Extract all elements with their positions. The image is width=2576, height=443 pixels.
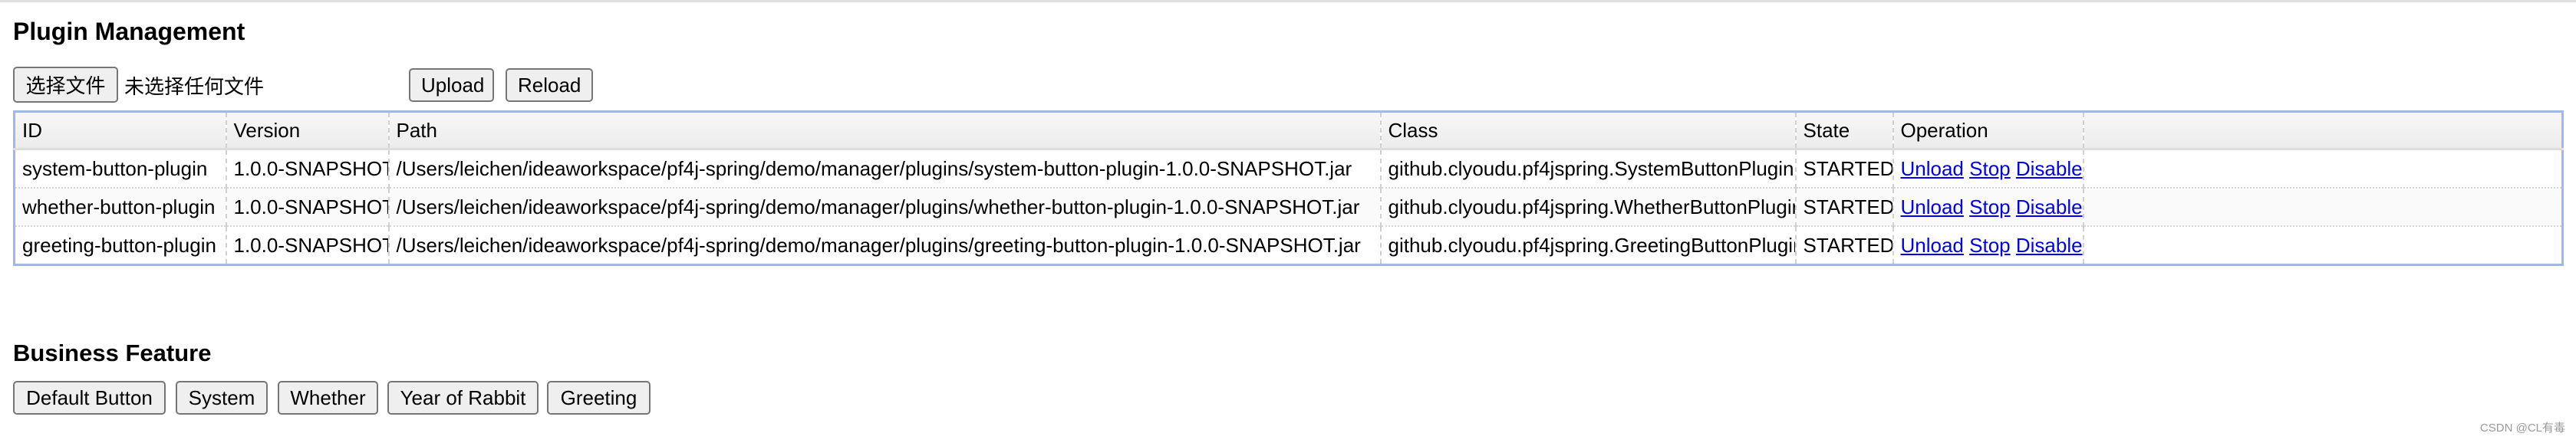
table-header-row: ID Version Path Class State Operation [14, 111, 2564, 150]
disable-link[interactable]: Disable [2016, 157, 2082, 180]
column-header-class: Class [1380, 111, 1797, 150]
disable-link[interactable]: Disable [2016, 195, 2082, 218]
column-header-id: ID [14, 111, 227, 150]
unload-link[interactable]: Unload [1901, 234, 1964, 257]
cell-class: github.clyoudu.pf4jspring.SystemButtonPl… [1380, 149, 1797, 189]
cell-id: system-button-plugin [14, 149, 227, 189]
unload-link[interactable]: Unload [1901, 157, 1964, 180]
cell-id: whether-button-plugin [14, 188, 227, 227]
system-button[interactable]: System [176, 381, 268, 415]
cell-path: /Users/leichen/ideaworkspace/pf4j-spring… [388, 188, 1382, 227]
cell-path: /Users/leichen/ideaworkspace/pf4j-spring… [388, 149, 1382, 189]
table-row: greeting-button-plugin 1.0.0-SNAPSHOT /U… [14, 226, 2564, 266]
cell-state: STARTED [1795, 149, 1894, 189]
default-button[interactable]: Default Button [13, 381, 166, 415]
cell-class: github.clyoudu.pf4jspring.GreetingButton… [1380, 226, 1797, 266]
cell-state: STARTED [1795, 188, 1894, 227]
cell-version: 1.0.0-SNAPSHOT [226, 188, 390, 227]
cell-empty [2083, 226, 2564, 266]
cell-version: 1.0.0-SNAPSHOT [226, 226, 390, 266]
upload-button[interactable]: Upload [409, 68, 494, 102]
reload-button[interactable]: Reload [506, 68, 593, 102]
cell-empty [2083, 149, 2564, 189]
unload-link[interactable]: Unload [1901, 195, 1964, 218]
column-header-operation: Operation [1892, 111, 2084, 150]
cell-empty [2083, 188, 2564, 227]
cell-operation: Unload Stop Disable [1892, 226, 2084, 266]
watermark: CSDN @CL有毒 [2479, 422, 2565, 435]
file-status-text: 未选择任何文件 [124, 75, 265, 98]
cell-class: github.clyoudu.pf4jspring.WhetherButtonP… [1380, 188, 1797, 227]
column-header-empty [2083, 111, 2564, 150]
cell-id: greeting-button-plugin [14, 226, 227, 266]
business-feature-title: Business Feature [13, 340, 212, 366]
whether-button[interactable]: Whether [278, 381, 378, 415]
cell-path: /Users/leichen/ideaworkspace/pf4j-spring… [388, 226, 1382, 266]
table-row: system-button-plugin 1.0.0-SNAPSHOT /Use… [14, 149, 2564, 189]
cell-operation: Unload Stop Disable [1892, 188, 2084, 227]
stop-link[interactable]: Stop [1969, 195, 2011, 218]
table-row: whether-button-plugin 1.0.0-SNAPSHOT /Us… [14, 188, 2564, 227]
column-header-version: Version [226, 111, 390, 150]
cell-operation: Unload Stop Disable [1892, 149, 2084, 189]
column-header-state: State [1795, 111, 1894, 150]
plugin-management-title: Plugin Management [13, 18, 245, 45]
disable-link[interactable]: Disable [2016, 234, 2082, 257]
stop-link[interactable]: Stop [1969, 157, 2011, 180]
column-header-path: Path [388, 111, 1382, 150]
cell-version: 1.0.0-SNAPSHOT [226, 149, 390, 189]
stop-link[interactable]: Stop [1969, 234, 2011, 257]
year-of-rabbit-button[interactable]: Year of Rabbit [387, 381, 539, 415]
cell-state: STARTED [1795, 226, 1894, 266]
plugin-table: ID Version Path Class State Operation sy… [13, 110, 2564, 266]
greeting-button[interactable]: Greeting [547, 381, 651, 415]
choose-file-button[interactable]: 选择文件 [13, 67, 118, 103]
